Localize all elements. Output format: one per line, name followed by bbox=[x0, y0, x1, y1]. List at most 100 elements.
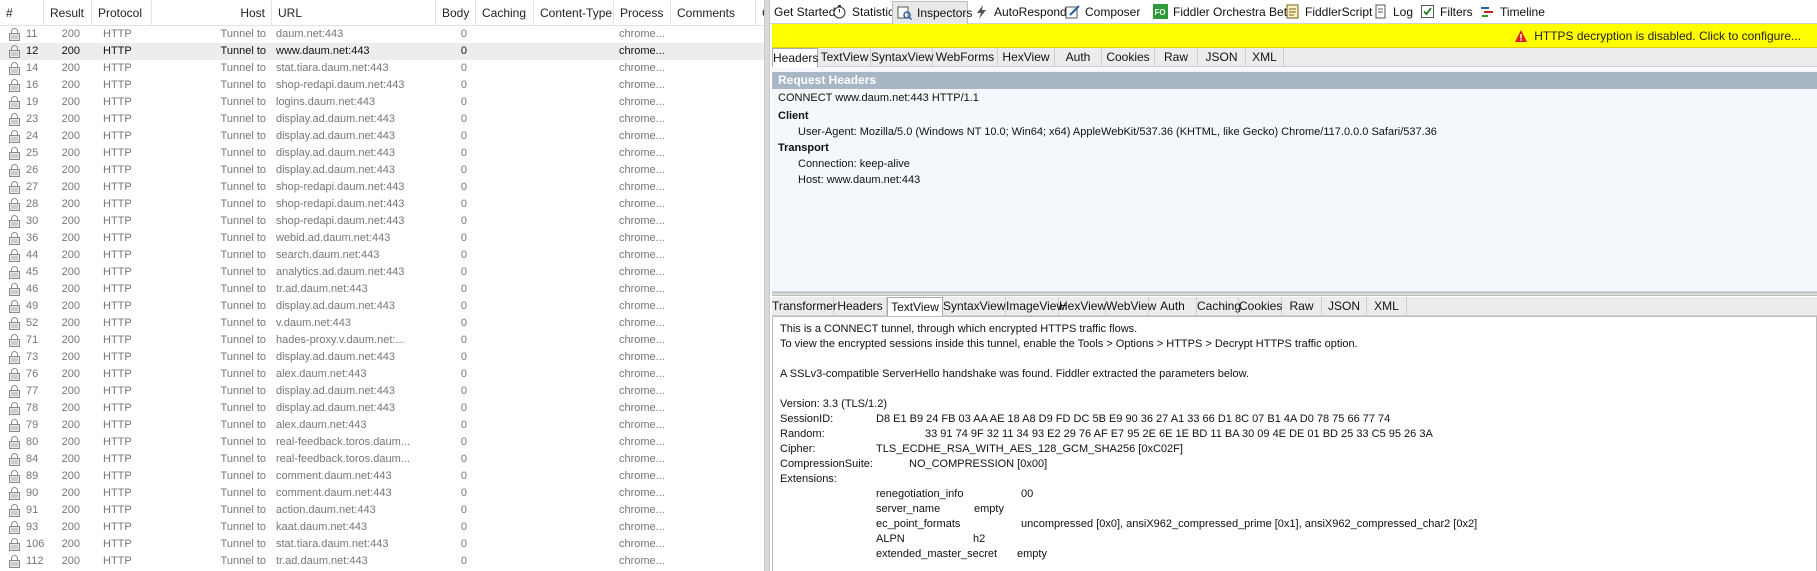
session-row[interactable]: 24 200 HTTP Tunnel to display.ad.daum.net:44… bbox=[0, 128, 764, 145]
session-row[interactable]: 12 200 HTTP Tunnel to www.daum.net:443 0 chrom… bbox=[0, 43, 764, 60]
response-tab-transformer[interactable]: Transformer bbox=[772, 297, 837, 316]
session-row[interactable]: 89 200 HTTP Tunnel to comment.daum.net:443 0 c… bbox=[0, 468, 764, 485]
session-row[interactable]: 71 200 HTTP Tunnel to hades-proxy.v.daum.net… bbox=[0, 332, 764, 349]
session-row[interactable]: 84 200 HTTP Tunnel to real-feedback.toros.da… bbox=[0, 451, 764, 468]
session-process: chrome... bbox=[619, 368, 665, 380]
response-tab-hexview[interactable]: HexView bbox=[1059, 297, 1106, 316]
session-row[interactable]: 78 200 HTTP Tunnel to display.ad.daum.net:44… bbox=[0, 400, 764, 417]
response-tab-imageview[interactable]: ImageView bbox=[1006, 297, 1065, 316]
tab-inspectors[interactable]: Inspectors bbox=[892, 1, 972, 24]
response-tab-cookies[interactable]: Cookies bbox=[1239, 297, 1282, 316]
col-header-caching[interactable]: Caching bbox=[476, 0, 534, 26]
tab-statistics[interactable]: Statistics bbox=[828, 0, 900, 24]
header-group-transport[interactable]: Transport bbox=[778, 142, 829, 154]
col-header-num[interactable]: # bbox=[0, 0, 44, 26]
session-row[interactable]: 49 200 HTTP Tunnel to display.ad.daum.net:44… bbox=[0, 298, 764, 315]
response-tab-textview[interactable]: TextView bbox=[887, 297, 943, 316]
session-process: chrome... bbox=[619, 113, 665, 125]
header-connection[interactable]: Connection: keep-alive bbox=[798, 158, 910, 170]
tab-get-started[interactable]: Get Started bbox=[770, 0, 835, 24]
col-header-comments[interactable]: Comments bbox=[671, 0, 756, 26]
session-row[interactable]: 27 200 HTTP Tunnel to shop-redapi.daum.net:4… bbox=[0, 179, 764, 196]
response-tab-raw[interactable]: Raw bbox=[1282, 297, 1322, 316]
session-row[interactable]: 106 200 HTTP Tunnel to stat.tiara.daum.net:4… bbox=[0, 536, 764, 553]
session-row[interactable]: 25 200 HTTP Tunnel to display.ad.daum.net:44… bbox=[0, 145, 764, 162]
tab-autoresponder[interactable]: AutoResponder bbox=[970, 0, 1077, 24]
tunnel-lock-icon bbox=[9, 28, 20, 41]
response-tab-xml[interactable]: XML bbox=[1367, 297, 1407, 316]
request-tab-raw[interactable]: Raw bbox=[1155, 48, 1198, 67]
response-tab-webview[interactable]: WebView bbox=[1106, 297, 1156, 316]
response-tab-auth[interactable]: Auth bbox=[1149, 297, 1197, 316]
response-tab-syntaxview[interactable]: SyntaxView bbox=[943, 297, 1006, 316]
response-tab-json[interactable]: JSON bbox=[1322, 297, 1367, 316]
request-tab-syntaxview[interactable]: SyntaxView bbox=[871, 48, 933, 67]
header-group-client[interactable]: Client bbox=[778, 110, 809, 122]
tab-log[interactable]: Log bbox=[1369, 0, 1414, 24]
col-header-body[interactable]: Body bbox=[436, 0, 476, 26]
col-header-result[interactable]: Result bbox=[44, 0, 92, 26]
header-user-agent[interactable]: User-Agent: Mozilla/5.0 (Windows NT 10.0… bbox=[798, 126, 1437, 138]
session-row[interactable]: 23 200 HTTP Tunnel to display.ad.daum.net:44… bbox=[0, 111, 764, 128]
request-tab-xml[interactable]: XML bbox=[1246, 48, 1284, 67]
response-tab-headers[interactable]: Headers bbox=[834, 297, 887, 316]
request-tab-webforms[interactable]: WebForms bbox=[933, 48, 998, 67]
script-icon bbox=[1286, 4, 1299, 19]
response-tab-caching[interactable]: Caching bbox=[1197, 297, 1241, 316]
session-body: 0 bbox=[460, 249, 467, 261]
session-result: 200 bbox=[61, 130, 80, 142]
session-row[interactable]: 93 200 HTTP Tunnel to kaat.daum.net:443 0 chro… bbox=[0, 519, 764, 536]
session-row[interactable]: 19 200 HTTP Tunnel to logins.daum.net:443 0 ch… bbox=[0, 94, 764, 111]
session-row[interactable]: 76 200 HTTP Tunnel to alex.daum.net:443 0 chro… bbox=[0, 366, 764, 383]
tab-fiddler-orchestra-beta[interactable]: FO Fiddler Orchestra Beta bbox=[1149, 0, 1294, 24]
session-host: Tunnel to bbox=[220, 538, 266, 550]
request-tab-textview[interactable]: TextView bbox=[819, 48, 871, 67]
session-url: real-feedback.toros.daum... bbox=[276, 453, 410, 465]
col-header-protocol[interactable]: Protocol bbox=[92, 0, 152, 26]
tab-timeline[interactable]: Timeline bbox=[1476, 0, 1545, 24]
session-protocol: HTTP bbox=[103, 113, 132, 125]
tab-composer[interactable]: Composer bbox=[1061, 0, 1147, 24]
inspector-splitter[interactable] bbox=[772, 292, 1817, 296]
session-row[interactable]: 36 200 HTTP Tunnel to webid.ad.daum.net:443 0… bbox=[0, 230, 764, 247]
request-tab-cookies[interactable]: Cookies bbox=[1102, 48, 1155, 67]
session-row[interactable]: 79 200 HTTP Tunnel to alex.daum.net:443 0 chro… bbox=[0, 417, 764, 434]
col-header-process[interactable]: Process bbox=[614, 0, 671, 26]
session-url: display.ad.daum.net:443 bbox=[276, 402, 396, 414]
request-tab-hexview[interactable]: HexView bbox=[998, 48, 1055, 67]
col-header-content-type[interactable]: Content-Type bbox=[534, 0, 614, 26]
response-textview[interactable]: This is a CONNECT tunnel, through which … bbox=[772, 316, 1817, 571]
https-warning-bar[interactable]: HTTPS decryption is disabled. Click to c… bbox=[772, 24, 1817, 48]
session-row[interactable]: 44 200 HTTP Tunnel to search.daum.net:443 0 ch… bbox=[0, 247, 764, 264]
session-number: 44 bbox=[26, 249, 39, 261]
session-row[interactable]: 16 200 HTTP Tunnel to shop-redapi.daum.net:4… bbox=[0, 77, 764, 94]
header-host[interactable]: Host: www.daum.net:443 bbox=[798, 174, 920, 186]
session-row[interactable]: 46 200 HTTP Tunnel to tr.ad.daum.net:443 0 chr… bbox=[0, 281, 764, 298]
session-result: 200 bbox=[61, 368, 80, 380]
session-url: display.ad.daum.net:443 bbox=[276, 147, 396, 159]
col-header-host[interactable]: Host bbox=[152, 0, 272, 26]
session-row[interactable]: 14 200 HTTP Tunnel to stat.tiara.daum.net:44… bbox=[0, 60, 764, 77]
session-row[interactable]: 52 200 HTTP Tunnel to v.daum.net:443 0 chrome.… bbox=[0, 315, 764, 332]
session-row[interactable]: 45 200 HTTP Tunnel to analytics.ad.daum.net:… bbox=[0, 264, 764, 281]
col-header-custom[interactable]: C bbox=[756, 0, 764, 26]
session-row[interactable]: 11 200 HTTP Tunnel to daum.net:443 0 chrome... bbox=[0, 26, 764, 43]
session-process: chrome... bbox=[619, 504, 665, 516]
tab-filters[interactable]: Filters bbox=[1416, 0, 1474, 24]
session-row[interactable]: 73 200 HTTP Tunnel to display.ad.daum.net:44… bbox=[0, 349, 764, 366]
request-tab-json[interactable]: JSON bbox=[1198, 48, 1246, 67]
session-url: shop-redapi.daum.net:443 bbox=[276, 181, 405, 193]
tab-fiddlerscript[interactable]: FiddlerScript bbox=[1281, 0, 1372, 24]
col-header-url[interactable]: URL bbox=[272, 0, 436, 26]
request-tab-auth[interactable]: Auth bbox=[1055, 48, 1102, 67]
session-url: webid.ad.daum.net:443 bbox=[276, 232, 391, 244]
session-row[interactable]: 26 200 HTTP Tunnel to display.ad.daum.net:44… bbox=[0, 162, 764, 179]
session-row[interactable]: 30 200 HTTP Tunnel to shop-redapi.daum.net:4… bbox=[0, 213, 764, 230]
session-row[interactable]: 91 200 HTTP Tunnel to action.daum.net:443 0 ch… bbox=[0, 502, 764, 519]
session-row[interactable]: 112 200 HTTP Tunnel to tr.ad.daum.net:443 0 ch… bbox=[0, 553, 764, 570]
session-row[interactable]: 28 200 HTTP Tunnel to shop-redapi.daum.net:4… bbox=[0, 196, 764, 213]
session-row[interactable]: 90 200 HTTP Tunnel to comment.daum.net:443 0 c… bbox=[0, 485, 764, 502]
session-row[interactable]: 80 200 HTTP Tunnel to real-feedback.toros.da… bbox=[0, 434, 764, 451]
session-row[interactable]: 77 200 HTTP Tunnel to display.ad.daum.net:44… bbox=[0, 383, 764, 400]
request-tab-headers[interactable]: Headers bbox=[772, 48, 818, 67]
